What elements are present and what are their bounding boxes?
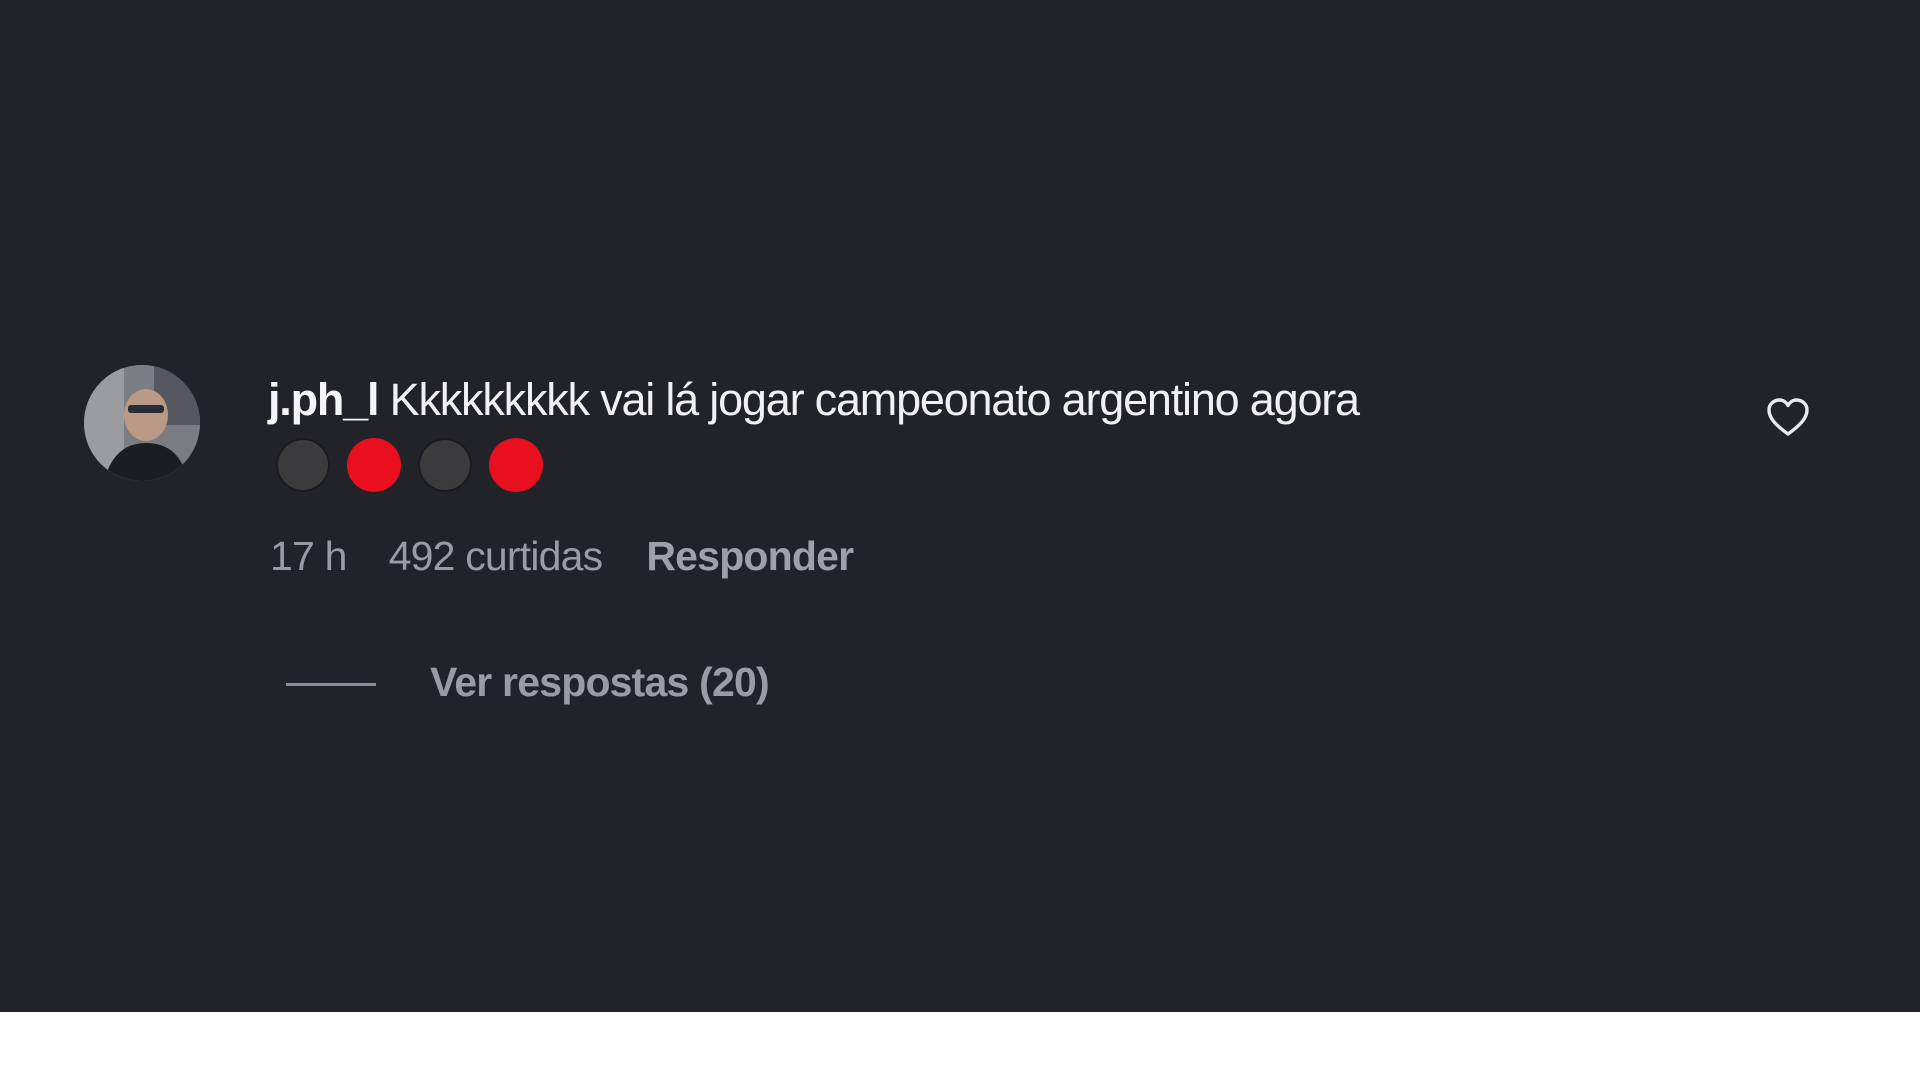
view-replies-button[interactable]: Ver respostas (20)	[286, 654, 770, 710]
comment-text: Kkkkkkkkk vai lá jogar campeonato argent…	[389, 374, 1360, 425]
black-circle-emoji	[276, 438, 330, 492]
comments-panel: j.ph_l Kkkkkkkkk vai lá jogar campeonato…	[0, 0, 1920, 1012]
comment-body: j.ph_l Kkkkkkkkk vai lá jogar campeonato…	[268, 370, 1360, 430]
comment-username[interactable]: j.ph_l	[268, 374, 380, 425]
red-circle-emoji	[347, 438, 401, 492]
red-circle-emoji	[489, 438, 543, 492]
comment-meta: 17 h 492 curtidas Responder	[270, 528, 854, 584]
comment-timestamp[interactable]: 17 h	[270, 528, 347, 584]
black-circle-emoji	[418, 438, 472, 492]
heart-outline-icon[interactable]	[1764, 394, 1812, 442]
comment-emoji-row	[276, 438, 543, 498]
bottom-blank-area	[0, 1012, 1920, 1080]
comment-likes-count[interactable]: 492 curtidas	[389, 528, 604, 584]
view-replies-label[interactable]: Ver respostas (20)	[430, 654, 770, 710]
replies-divider-line	[286, 682, 376, 686]
reply-button[interactable]: Responder	[646, 528, 854, 584]
avatar[interactable]	[84, 365, 200, 481]
